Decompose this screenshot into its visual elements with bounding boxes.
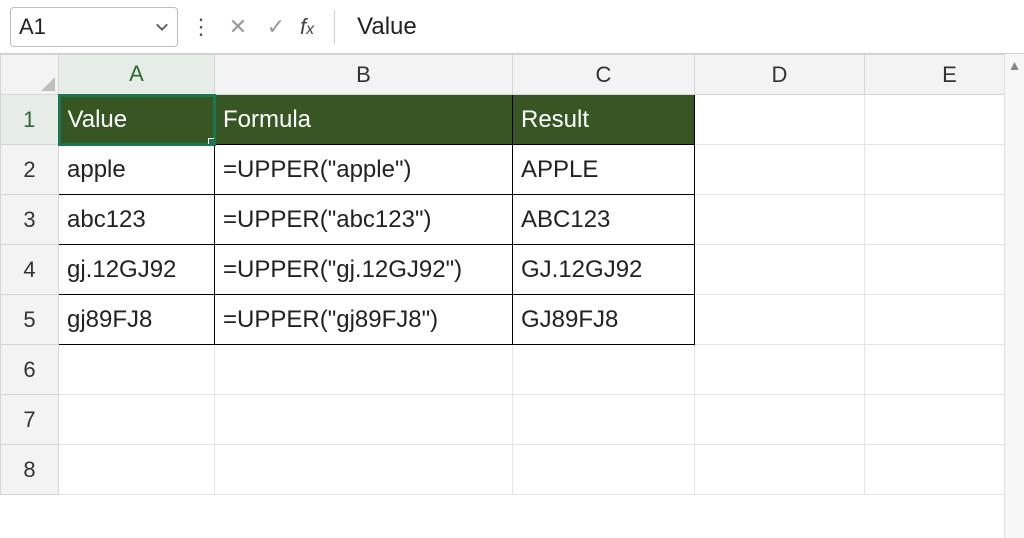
row-header-7[interactable]: 7 [1,395,59,445]
row-header-2[interactable]: 2 [1,145,59,195]
cell-C4[interactable]: GJ.12GJ92 [513,245,695,295]
cell-A7[interactable] [59,395,215,445]
cell-A5[interactable]: gj89FJ8 [59,295,215,345]
column-header-A[interactable]: A [59,55,215,95]
cell-A2[interactable]: apple [59,145,215,195]
grid-table: A B C D E 1 Value Formula Result 2 apple… [0,54,1024,495]
cell-A4[interactable]: gj.12GJ92 [59,245,215,295]
cell-E2[interactable] [865,145,1024,195]
row-header-1[interactable]: 1 [1,95,59,145]
vertical-scrollbar[interactable]: ▲ [1004,54,1024,538]
cell-C5[interactable]: GJ89FJ8 [513,295,695,345]
cell-B4[interactable]: =UPPER("gj.12GJ92") [215,245,513,295]
cell-D3[interactable] [695,195,865,245]
column-header-B[interactable]: B [215,55,513,95]
name-box-value: A1 [19,14,155,40]
cell-E4[interactable] [865,245,1024,295]
divider [334,10,335,44]
column-header-C[interactable]: C [513,55,695,95]
formula-bar: A1 ⋮ ✕ ✓ fx [0,0,1024,54]
cell-B8[interactable] [215,445,513,495]
cell-D5[interactable] [695,295,865,345]
formula-input[interactable] [353,7,1014,47]
enter-formula-button: ✓ [262,14,290,40]
cell-A8[interactable] [59,445,215,495]
cell-C3[interactable]: ABC123 [513,195,695,245]
column-header-D[interactable]: D [695,55,865,95]
cell-D1[interactable] [695,95,865,145]
row-header-8[interactable]: 8 [1,445,59,495]
cell-C1[interactable]: Result [513,95,695,145]
select-all-corner[interactable] [1,55,59,95]
cell-D7[interactable] [695,395,865,445]
cell-B5[interactable]: =UPPER("gj89FJ8") [215,295,513,345]
cell-D6[interactable] [695,345,865,395]
fx-icon[interactable]: fx [300,14,314,40]
chevron-down-icon[interactable] [155,14,169,40]
cell-B1[interactable]: Formula [215,95,513,145]
cell-D8[interactable] [695,445,865,495]
cell-B6[interactable] [215,345,513,395]
cell-E6[interactable] [865,345,1024,395]
cell-C7[interactable] [513,395,695,445]
row-header-5[interactable]: 5 [1,295,59,345]
cell-E3[interactable] [865,195,1024,245]
cell-E8[interactable] [865,445,1024,495]
cell-D2[interactable] [695,145,865,195]
spreadsheet-grid: A B C D E 1 Value Formula Result 2 apple… [0,54,1024,538]
column-header-E[interactable]: E [865,55,1024,95]
cell-E7[interactable] [865,395,1024,445]
cell-A6[interactable] [59,345,215,395]
scroll-up-icon[interactable]: ▲ [1005,54,1024,76]
cell-D4[interactable] [695,245,865,295]
cell-B2[interactable]: =UPPER("apple") [215,145,513,195]
cell-A3[interactable]: abc123 [59,195,215,245]
cell-C8[interactable] [513,445,695,495]
separator-dots-icon: ⋮ [190,14,212,40]
row-header-6[interactable]: 6 [1,345,59,395]
cancel-formula-button: ✕ [224,14,252,40]
cell-C6[interactable] [513,345,695,395]
name-box[interactable]: A1 [10,7,178,47]
cell-E1[interactable] [865,95,1024,145]
cell-B7[interactable] [215,395,513,445]
row-header-3[interactable]: 3 [1,195,59,245]
row-header-4[interactable]: 4 [1,245,59,295]
cell-C2[interactable]: APPLE [513,145,695,195]
cell-A1[interactable]: Value [59,95,215,145]
cell-B3[interactable]: =UPPER("abc123") [215,195,513,245]
cell-E5[interactable] [865,295,1024,345]
